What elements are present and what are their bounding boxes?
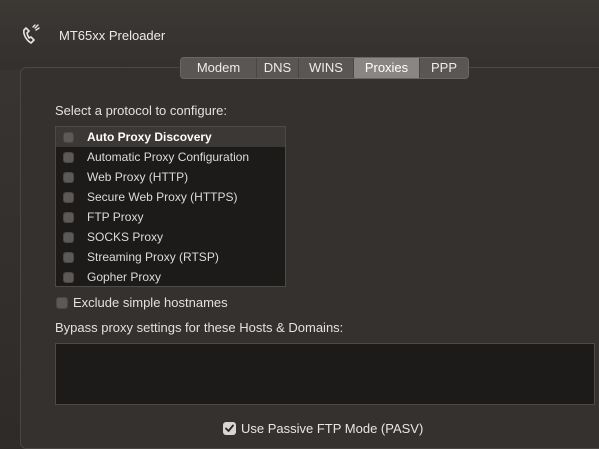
tab-wins[interactable]: WINS: [299, 58, 354, 78]
protocol-label: Gopher Proxy: [87, 270, 162, 284]
protocol-row-secure-web-proxy[interactable]: Secure Web Proxy (HTTPS): [56, 187, 285, 207]
tab-proxies[interactable]: Proxies: [354, 58, 420, 78]
bypass-hosts-label: Bypass proxy settings for these Hosts & …: [55, 320, 344, 335]
service-title: MT65xx Preloader: [59, 28, 166, 43]
tab-modem[interactable]: Modem: [181, 58, 257, 78]
protocol-label: SOCKS Proxy: [87, 230, 164, 244]
protocol-list: Auto Proxy Discovery Automatic Proxy Con…: [55, 126, 286, 287]
protocol-row-streaming-proxy[interactable]: Streaming Proxy (RTSP): [56, 247, 285, 267]
protocol-label: Auto Proxy Discovery: [87, 130, 212, 144]
protocol-checkbox[interactable]: [63, 172, 74, 183]
exclude-simple-hostnames-label: Exclude simple hostnames: [73, 295, 228, 310]
tab-dns[interactable]: DNS: [257, 58, 299, 78]
protocol-row-gopher-proxy[interactable]: Gopher Proxy: [56, 267, 285, 287]
passive-ftp-checkbox[interactable]: [223, 422, 236, 435]
protocol-row-ftp-proxy[interactable]: FTP Proxy: [56, 207, 285, 227]
protocol-checkbox[interactable]: [63, 252, 74, 263]
checkmark-icon: [225, 424, 234, 432]
bypass-hosts-field[interactable]: [55, 343, 595, 405]
protocol-checkbox[interactable]: [63, 192, 74, 203]
protocol-checkbox[interactable]: [63, 152, 74, 163]
protocol-checkbox[interactable]: [63, 212, 74, 223]
protocol-checkbox[interactable]: [63, 132, 74, 143]
network-proxies-window: MT65xx Preloader Modem DNS WINS Proxies …: [0, 0, 599, 449]
protocol-row-auto-proxy-discovery[interactable]: Auto Proxy Discovery: [56, 127, 285, 147]
protocol-section-label: Select a protocol to configure:: [55, 103, 227, 118]
protocol-checkbox[interactable]: [63, 272, 74, 283]
protocol-label: Automatic Proxy Configuration: [87, 150, 250, 164]
passive-ftp-label: Use Passive FTP Mode (PASV): [241, 421, 424, 436]
protocol-checkbox[interactable]: [63, 232, 74, 243]
settings-tab-bar: Modem DNS WINS Proxies PPP: [180, 57, 469, 79]
protocol-row-web-proxy[interactable]: Web Proxy (HTTP): [56, 167, 285, 187]
protocol-label: Web Proxy (HTTP): [87, 170, 189, 184]
protocol-label: Streaming Proxy (RTSP): [87, 250, 219, 264]
protocol-row-automatic-proxy-configuration[interactable]: Automatic Proxy Configuration: [56, 147, 285, 167]
tab-ppp[interactable]: PPP: [420, 58, 468, 78]
protocol-label: FTP Proxy: [87, 210, 144, 224]
exclude-simple-hostnames-checkbox[interactable]: [56, 297, 68, 309]
protocol-label: Secure Web Proxy (HTTPS): [87, 190, 238, 204]
protocol-row-socks-proxy[interactable]: SOCKS Proxy: [56, 227, 285, 247]
phone-signal-icon: [18, 22, 44, 48]
